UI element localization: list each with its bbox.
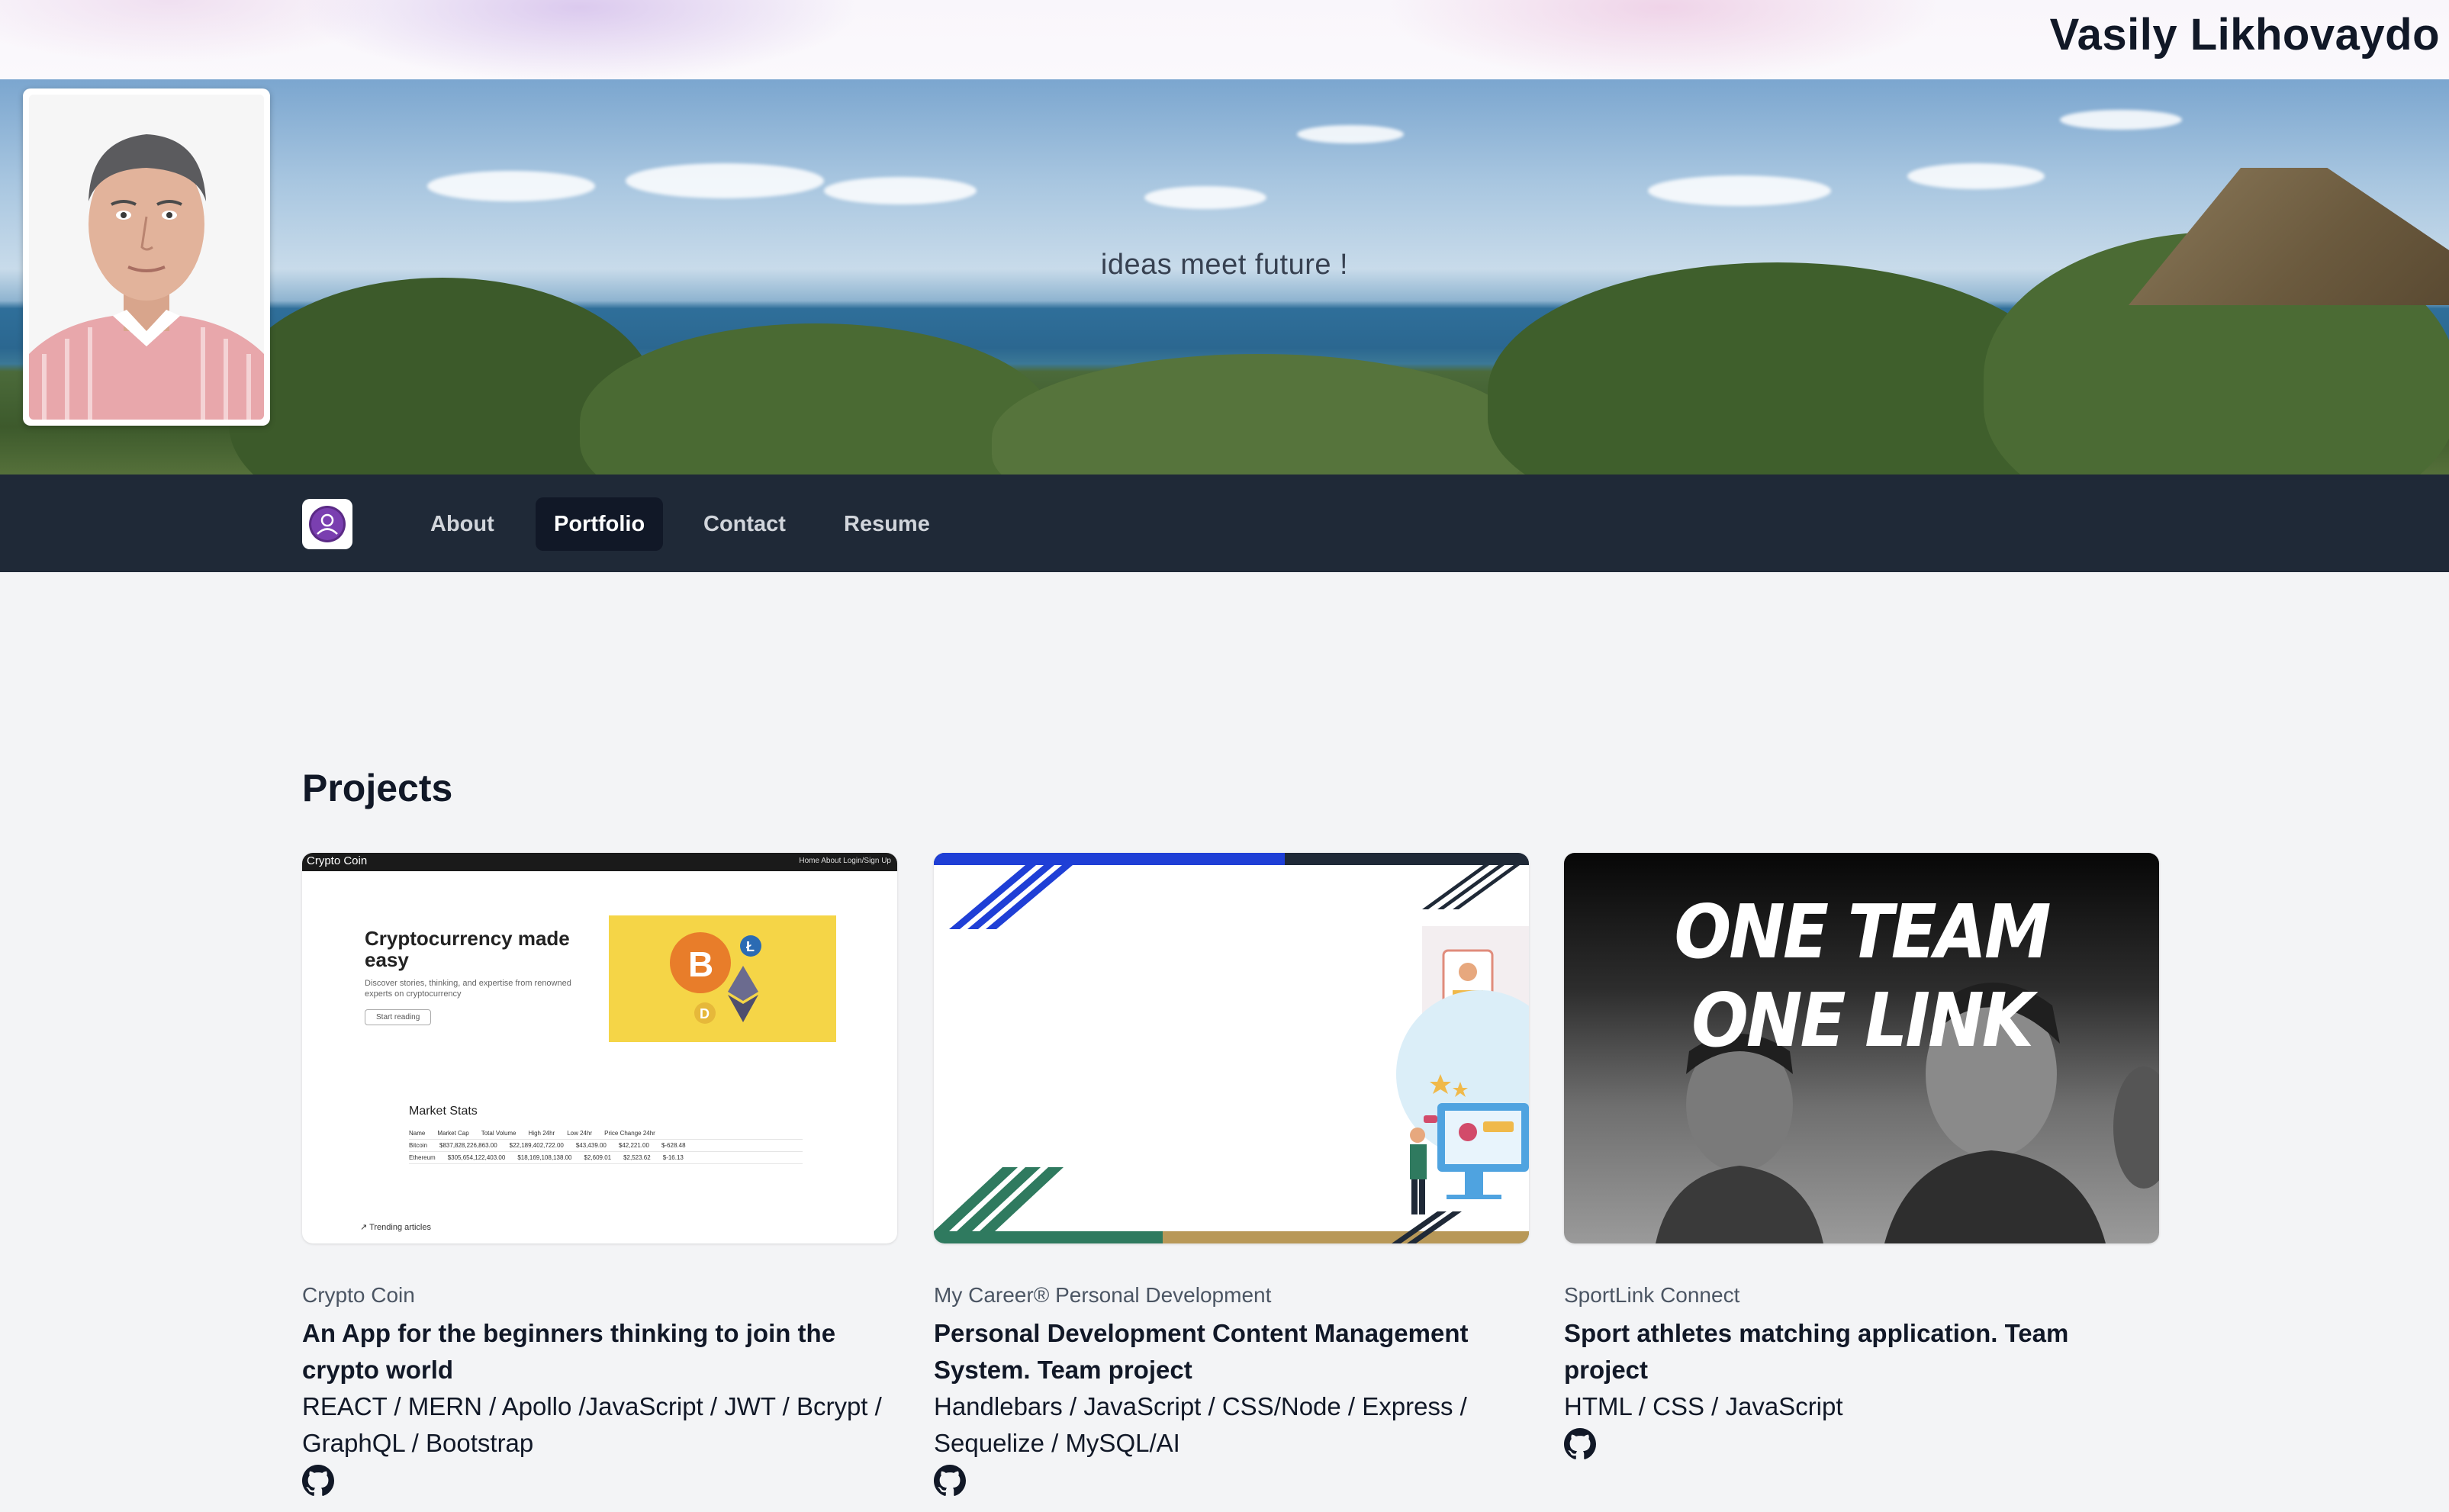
github-icon[interactable]	[1564, 1428, 1596, 1460]
table-cell: Market Cap	[437, 1130, 469, 1137]
preview-slogan-line1: ONE TEAM	[1674, 888, 2051, 976]
preview-start-button: Start reading	[365, 1009, 432, 1025]
cloud-shape	[1907, 163, 2045, 189]
tree-shape	[992, 354, 1526, 475]
preview-crypto-illustration: B Ł D	[609, 915, 836, 1042]
nav-link-resume[interactable]: Resume	[825, 497, 948, 551]
svg-text:B: B	[688, 944, 713, 984]
site-name: Vasily Likhovaydo	[2049, 10, 2440, 60]
preview-market-table: Name Market Cap Total Volume High 24hr L…	[409, 1128, 803, 1164]
cloud-shape	[1144, 186, 1266, 209]
nav-logo-button[interactable]	[302, 499, 352, 549]
cloud-shape	[824, 177, 977, 204]
preview-subtext: Discover stories, thinking, and expertis…	[365, 979, 571, 999]
table-cell: Ethereum	[409, 1154, 436, 1161]
project-title: Sport athletes matching application. Tea…	[1564, 1319, 2069, 1384]
table-cell: $-16.13	[662, 1154, 684, 1161]
top-name-bar: Vasily Likhovaydo	[0, 0, 2449, 79]
cloud-shape	[626, 163, 824, 198]
preview-market-title: Market Stats	[409, 1105, 478, 1118]
svg-text:Ł: Ł	[746, 939, 755, 954]
table-row: Ethereum $305,654,122,403.00 $18,169,108…	[409, 1152, 803, 1164]
project-tech-stack: Handlebars / JavaScript / CSS/Node / Exp…	[934, 1392, 1467, 1457]
hero-tagline: ideas meet future !	[1100, 249, 1349, 281]
project-image-crypto-coin[interactable]: Crypto Coin Home About Login/Sign Up Cry…	[302, 853, 897, 1243]
preview-trending: ↗ Trending articles	[360, 1223, 431, 1232]
profile-photo	[29, 95, 264, 420]
table-cell: Name	[409, 1130, 426, 1137]
nav-link-about[interactable]: About	[412, 497, 513, 551]
table-cell: Low 24hr	[567, 1130, 593, 1137]
github-icon[interactable]	[302, 1465, 334, 1497]
github-icon[interactable]	[934, 1465, 966, 1497]
profile-photo-illustration	[29, 95, 264, 420]
table-cell: High 24hr	[528, 1130, 555, 1137]
cloud-shape	[1297, 125, 1404, 143]
project-card-sportlink: ONE TEAM ONE LINK SportLink Connect Spor…	[1564, 853, 2159, 1460]
project-category: My Career® Personal Development	[934, 1283, 1272, 1307]
cloud-shape	[2060, 110, 2182, 130]
table-cell: $42,221.00	[618, 1142, 649, 1149]
table-cell: $43,439.00	[575, 1142, 607, 1149]
preview-nav-links: Home About Login/Sign Up	[799, 857, 891, 865]
cloud-shape	[1648, 175, 1831, 206]
hero-banner: ideas meet future !	[0, 79, 2449, 475]
tree-shape	[580, 323, 1053, 475]
table-cell: Price Change 24hr	[604, 1130, 655, 1137]
preview-headline: Cryptocurrency made easy	[365, 927, 570, 971]
table-cell: $22,189,402,722.00	[509, 1142, 564, 1149]
project-tech-stack: REACT / MERN / Apollo /JavaScript / JWT …	[302, 1392, 882, 1457]
cloud-shape	[427, 171, 595, 201]
table-cell: $18,169,108,138.00	[517, 1154, 572, 1161]
preview-slogan-line2: ONE LINK	[1691, 976, 2034, 1064]
table-cell: $305,654,122,403.00	[447, 1154, 506, 1161]
user-circle-icon	[309, 506, 346, 542]
nav-link-contact[interactable]: Contact	[685, 497, 804, 551]
project-title: Personal Development Content Management …	[934, 1319, 1469, 1384]
project-card-my-career: My Career® Personal Development Personal…	[934, 853, 1529, 1497]
project-image-sportlink[interactable]: ONE TEAM ONE LINK	[1564, 853, 2159, 1243]
preview-table-header: Name Market Cap Total Volume High 24hr L…	[409, 1128, 803, 1140]
projects-heading: Projects	[302, 767, 453, 809]
coins-icon: B Ł D	[670, 932, 761, 1024]
project-category: SportLink Connect	[1564, 1283, 1740, 1307]
main-navbar: About Portfolio Contact Resume	[0, 475, 2449, 572]
tree-shape	[1488, 262, 2068, 475]
preview-trending-label: Trending articles	[369, 1223, 431, 1232]
table-cell: Total Volume	[481, 1130, 517, 1137]
table-cell: $2,523.62	[623, 1154, 651, 1161]
table-row: Bitcoin $837,828,226,863.00 $22,189,402,…	[409, 1140, 803, 1152]
project-card-crypto-coin: Crypto Coin Home About Login/Sign Up Cry…	[302, 853, 897, 1497]
project-title: An App for the beginners thinking to joi…	[302, 1319, 836, 1384]
career-preview-illustration	[934, 853, 1529, 1243]
project-image-my-career[interactable]	[934, 853, 1529, 1243]
table-cell: $-628.48	[661, 1142, 686, 1149]
table-cell: Bitcoin	[409, 1142, 428, 1149]
preview-brand: Crypto Coin	[307, 854, 368, 867]
avatar	[23, 88, 270, 426]
table-cell: $837,828,226,863.00	[439, 1142, 497, 1149]
project-category: Crypto Coin	[302, 1283, 415, 1307]
svg-text:D: D	[700, 1006, 710, 1021]
nav-link-portfolio[interactable]: Portfolio	[536, 497, 664, 551]
preview-navbar: Crypto Coin Home About Login/Sign Up	[302, 853, 897, 871]
project-tech-stack: HTML / CSS / JavaScript	[1564, 1392, 1843, 1420]
table-cell: $2,609.01	[584, 1154, 612, 1161]
